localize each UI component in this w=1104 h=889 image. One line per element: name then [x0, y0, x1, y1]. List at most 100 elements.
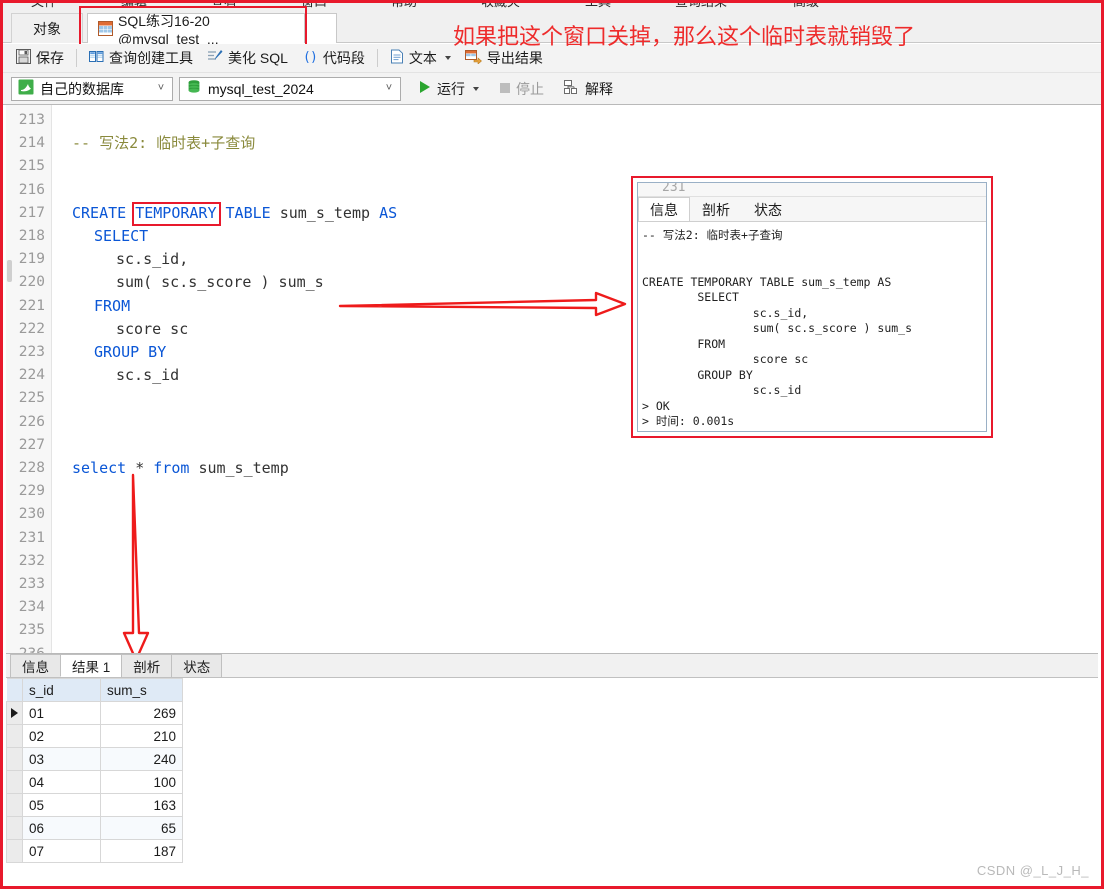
code-line[interactable]: score sc [116, 319, 189, 338]
row-selector[interactable] [6, 747, 23, 771]
code-token: sum( sc.s_score ) sum_s [116, 273, 324, 292]
row-selector[interactable] [6, 724, 23, 748]
code-token: sum_s_temp [198, 459, 289, 477]
line-number: 222 [18, 320, 45, 337]
tab-placeholder[interactable] [305, 13, 337, 43]
cell-s-id[interactable]: 04 [22, 770, 101, 794]
line-number: 216 [18, 181, 45, 198]
menu-item-6[interactable]: 工具 [585, 3, 611, 10]
cell-sum-s[interactable]: 163 [100, 793, 183, 817]
cell-s-id[interactable]: 05 [22, 793, 101, 817]
database-select[interactable]: mysql_test_2024 ˅ [179, 76, 401, 101]
database-icon [186, 79, 202, 98]
chevron-down-icon[interactable]: ˅ [154, 83, 168, 94]
chevron-down-icon[interactable] [444, 56, 451, 60]
code-token: AS [379, 203, 398, 222]
line-number: 220 [18, 274, 45, 291]
table-row[interactable]: 03 240 [6, 747, 183, 771]
column-header-sum-s[interactable]: sum_s [100, 678, 183, 702]
row-selector[interactable] [6, 770, 23, 794]
snippet-label: 代码段 [322, 50, 365, 66]
table-row[interactable]: 02 210 [6, 724, 183, 748]
table-row[interactable]: 07 187 [6, 839, 183, 863]
table-row[interactable]: 04 100 [6, 770, 183, 794]
result-grid[interactable]: s_id sum_s 01 269 02 210 03 240 04 100 05 163 06 65… [6, 678, 1098, 883]
cell-sum-s[interactable]: 210 [100, 724, 183, 748]
run-button[interactable]: 运行 [411, 77, 486, 101]
beautify-sql-button[interactable]: 美化 SQL [200, 46, 295, 70]
menu-item-3[interactable]: 窗口 [301, 3, 327, 10]
code-line[interactable]: sc.s_id, [116, 252, 188, 267]
cell-s-id[interactable]: 06 [22, 816, 101, 840]
column-header-s-id[interactable]: s_id [22, 678, 101, 702]
result-tab-bar: 信息 结果 1 剖析 状态 [6, 654, 1098, 678]
table-row[interactable]: 05 163 [6, 793, 183, 817]
table-header-row: s_id sum_s [6, 678, 183, 702]
toolbar-divider-2 [376, 49, 378, 67]
menu-item-0[interactable]: 文件 [31, 3, 57, 10]
result-tab-0[interactable]: 信息 [10, 654, 61, 677]
line-number: 228 [18, 460, 45, 476]
result-tab-3[interactable]: 状态 [171, 654, 223, 677]
cell-sum-s[interactable]: 100 [100, 770, 183, 794]
stop-icon [499, 81, 511, 97]
save-button[interactable]: 保存 [9, 46, 71, 70]
cell-sum-s[interactable]: 65 [100, 816, 183, 840]
cell-s-id[interactable]: 03 [22, 747, 101, 771]
code-line[interactable]: select * from sum_s_temp [72, 461, 289, 476]
code-token: score sc [116, 319, 189, 338]
menu-item-7[interactable]: 查询结果 [675, 3, 727, 10]
code-line[interactable]: SELECT [94, 229, 148, 244]
line-number: 230 [18, 506, 45, 523]
code-token: -- 写法2: 临时表+子查询 [72, 134, 256, 153]
code-line[interactable]: FROM [94, 298, 130, 314]
line-number: 234 [18, 599, 45, 616]
code-line[interactable]: GROUP BY [94, 345, 166, 360]
row-selector[interactable] [6, 793, 23, 817]
popup-tab-2[interactable]: 状态 [742, 197, 794, 221]
query-builder-button[interactable]: 查询创建工具 [82, 46, 200, 70]
row-selector[interactable] [6, 816, 23, 840]
code-line[interactable]: sum( sc.s_score ) sum_s [116, 275, 324, 290]
text-document-icon [390, 49, 404, 67]
cell-sum-s[interactable]: 187 [100, 839, 183, 863]
server-select[interactable]: 自己的数据库 ˅ [11, 76, 173, 101]
row-selector[interactable] [6, 839, 23, 863]
line-number-gutter: 213 214 215 216 217 218 219 220 221 222 223 224 225 2… [6, 105, 52, 653]
menu-item-2[interactable]: 查看 [211, 3, 237, 10]
gutter-scroll-thumb[interactable] [7, 260, 12, 282]
code-line[interactable]: -- 写法2: 临时表+子查询 [72, 136, 255, 151]
line-number: 235 [18, 622, 45, 639]
toolbar-divider [76, 49, 77, 67]
chevron-down-icon[interactable] [473, 86, 479, 91]
row-selector[interactable] [6, 701, 23, 725]
cell-sum-s[interactable]: 269 [100, 701, 183, 725]
chevron-down-icon[interactable]: ˅ [382, 83, 396, 94]
text-button[interactable]: 文本 [383, 46, 458, 70]
menu-item-5[interactable]: 收藏夹 [481, 3, 520, 10]
export-result-icon [464, 49, 482, 67]
result-tab-2[interactable]: 剖析 [121, 654, 173, 677]
result-tab-1[interactable]: 结果 1 [60, 654, 123, 677]
table-row[interactable]: 06 65 [6, 816, 183, 840]
explain-button[interactable]: 解释 [557, 77, 620, 101]
cell-s-id[interactable]: 07 [22, 839, 101, 863]
code-line[interactable]: sc.s_id [116, 368, 179, 383]
tab-sql-query[interactable]: SQL练习16-20 @mysql_test_... [87, 13, 305, 47]
line-number: 227 [18, 436, 45, 453]
cell-s-id[interactable]: 01 [22, 701, 101, 725]
menu-item-8[interactable]: 高级 [793, 3, 819, 10]
cell-sum-s[interactable]: 240 [100, 747, 183, 771]
popup-tab-1[interactable]: 剖析 [690, 197, 742, 221]
code-snippet-icon: ( ) [302, 49, 318, 67]
tab-object[interactable]: 对象 [11, 13, 83, 43]
menu-item-1[interactable]: 编辑 [121, 3, 147, 10]
popup-tab-0[interactable]: 信息 [638, 197, 690, 221]
code-line[interactable]: CREATE TEMPORARY TABLE sum_s_temp AS [72, 203, 398, 222]
table-row[interactable]: 01 269 [6, 701, 183, 725]
snippet-button[interactable]: ( ) 代码段 [295, 46, 372, 70]
connection-toolbar: 自己的数据库 ˅ mysql_test_2024 ˅ 运行 停止 解释 [3, 73, 1101, 105]
menu-item-4[interactable]: 帮助 [391, 3, 417, 10]
result-pane: 信息 结果 1 剖析 状态 s_id sum_s 01 269 02 210 03 240 04 1… [6, 653, 1098, 883]
cell-s-id[interactable]: 02 [22, 724, 101, 748]
